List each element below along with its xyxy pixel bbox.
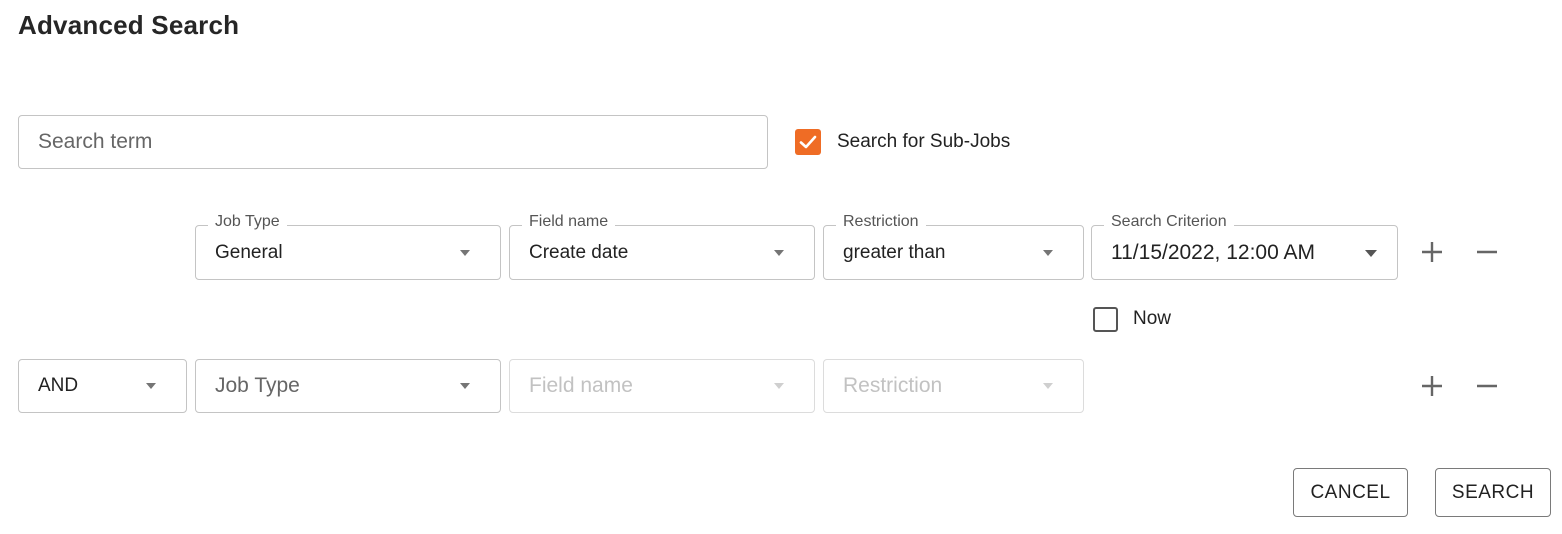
row1-field-name-select[interactable]: Field name Create date: [509, 213, 815, 280]
search-term-placeholder: Search term: [38, 130, 153, 153]
subjobs-checkbox[interactable]: [795, 129, 821, 155]
row2-add-button[interactable]: [1416, 370, 1448, 402]
plus-icon: [1422, 376, 1442, 396]
row1-restriction-label: Restriction: [836, 213, 926, 231]
now-label: Now: [1133, 308, 1172, 329]
checkmark-icon: [799, 135, 817, 149]
chevron-down-icon: [1043, 383, 1053, 389]
row1-job-type-value: General: [215, 241, 283, 263]
row2-operator-value: AND: [38, 375, 79, 396]
row1-field-name-label: Field name: [522, 213, 616, 231]
row2-operator-select[interactable]: AND: [18, 359, 187, 413]
now-checkbox[interactable]: [1093, 307, 1118, 332]
row1-criterion-label: Search Criterion: [1104, 213, 1234, 231]
subjobs-label: Search for Sub-Jobs: [837, 131, 1011, 152]
chevron-down-icon: [774, 249, 784, 256]
minus-icon: [1477, 250, 1497, 254]
row2-field-name-placeholder: Field name: [529, 374, 633, 397]
search-button[interactable]: SEARCH: [1435, 468, 1551, 517]
row2-remove-button[interactable]: [1471, 370, 1503, 402]
row2-restriction-placeholder: Restriction: [843, 374, 943, 397]
row1-job-type-label: Job Type: [208, 213, 287, 231]
chevron-down-icon: [460, 249, 470, 256]
search-term-input[interactable]: Search term: [18, 115, 768, 169]
chevron-down-icon: [1043, 249, 1053, 256]
row1-field-name-value: Create date: [529, 241, 629, 263]
plus-icon: [1422, 242, 1442, 262]
row2-restriction-select[interactable]: Restriction: [823, 359, 1084, 413]
row1-add-button[interactable]: [1416, 236, 1448, 268]
row2-job-type-placeholder: Job Type: [215, 374, 300, 397]
chevron-down-icon: [146, 383, 156, 389]
dialog-title: Advanced Search: [18, 10, 240, 40]
cancel-button[interactable]: CANCEL: [1293, 468, 1408, 517]
row1-restriction-value: greater than: [843, 241, 946, 263]
row1-restriction-select[interactable]: Restriction greater than: [823, 213, 1084, 280]
row2-job-type-select[interactable]: Job Type: [195, 359, 501, 413]
minus-icon: [1477, 384, 1497, 388]
row1-job-type-select[interactable]: Job Type General: [195, 213, 501, 280]
row1-criterion-value: 11/15/2022, 12:00 AM: [1111, 240, 1315, 264]
row1-criterion-datetime[interactable]: Search Criterion 11/15/2022, 12:00 AM: [1091, 213, 1398, 280]
chevron-down-icon: [460, 383, 470, 389]
chevron-down-icon: [774, 383, 784, 389]
row1-remove-button[interactable]: [1471, 236, 1503, 268]
chevron-down-icon: [1365, 249, 1377, 257]
row2-field-name-select[interactable]: Field name: [509, 359, 815, 413]
